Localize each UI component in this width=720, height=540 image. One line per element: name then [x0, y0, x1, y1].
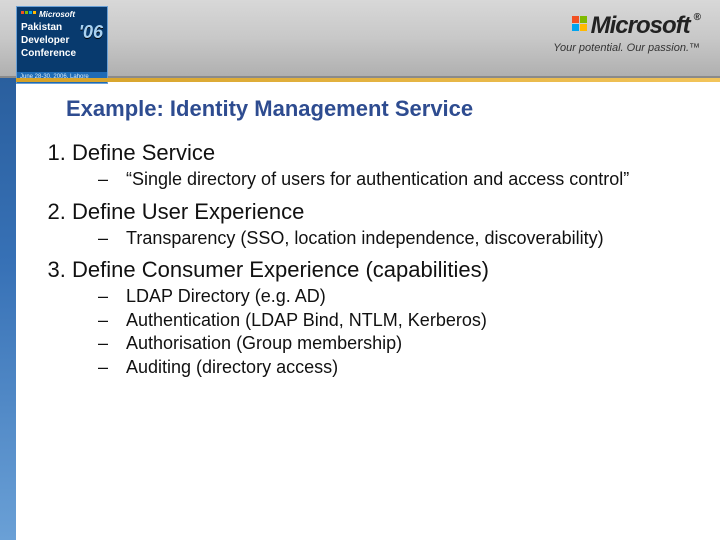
conference-badge: Microsoft Pakistan Developer Conference … — [16, 6, 108, 84]
microsoft-flag-icon — [572, 16, 587, 31]
sub-list: LDAP Directory (e.g. AD) Authentication … — [72, 285, 696, 378]
badge-brand-text: Microsoft — [39, 11, 75, 20]
list-item: Define Service “Single directory of user… — [72, 140, 696, 191]
sub-list-item: Auditing (directory access) — [98, 356, 696, 379]
slide-header: Microsoft Pakistan Developer Conference … — [0, 0, 720, 78]
brand-block: Microsoft ® Your potential. Our passion.™ — [553, 12, 700, 54]
registered-mark: ® — [694, 12, 700, 23]
microsoft-logo: Microsoft ® — [553, 12, 700, 40]
badge-footer: June 28-30, 2006, Lahore — [17, 72, 107, 83]
sub-list-item: Authorisation (Group membership) — [98, 332, 696, 355]
sub-list-item: Transparency (SSO, location independence… — [98, 227, 696, 250]
brand-tagline: Your potential. Our passion.™ — [553, 42, 700, 54]
slide-content: Example: Identity Management Service Def… — [16, 88, 720, 394]
conference-name-line3: Conference — [21, 48, 103, 59]
sub-list-item: LDAP Directory (e.g. AD) — [98, 285, 696, 308]
numbered-list: Define Service “Single directory of user… — [50, 140, 696, 378]
sub-list-item: “Single directory of users for authentic… — [98, 168, 696, 191]
list-item-title: Define User Experience — [72, 199, 304, 224]
left-accent-stripe — [0, 78, 16, 540]
list-item-title: Define Service — [72, 140, 215, 165]
sub-list-item: Authentication (LDAP Bind, NTLM, Kerbero… — [98, 309, 696, 332]
conference-year: '06 — [79, 23, 103, 43]
sub-list: “Single directory of users for authentic… — [72, 168, 696, 191]
slide-title: Example: Identity Management Service — [66, 96, 696, 122]
list-item: Define Consumer Experience (capabilities… — [72, 257, 696, 378]
list-item: Define User Experience Transparency (SSO… — [72, 199, 696, 250]
microsoft-flag-icon — [21, 11, 37, 20]
badge-brand: Microsoft — [21, 11, 103, 20]
sub-list: Transparency (SSO, location independence… — [72, 227, 696, 250]
list-item-title: Define Consumer Experience (capabilities… — [72, 257, 489, 282]
brand-name: Microsoft — [591, 12, 690, 40]
